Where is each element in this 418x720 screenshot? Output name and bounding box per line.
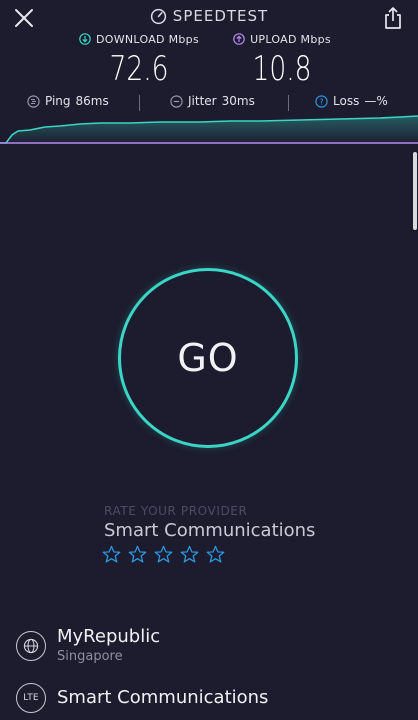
isp-location: Singapore bbox=[57, 649, 123, 664]
loss-value: —% bbox=[364, 94, 388, 108]
download-arrow-icon bbox=[79, 33, 91, 45]
go-button[interactable]: GO bbox=[118, 268, 298, 448]
rate-provider-section: RATE YOUR PROVIDER Smart Communications bbox=[102, 504, 404, 564]
download-graph-area bbox=[0, 116, 418, 143]
isp-server-row[interactable]: MyRepublic Singapore bbox=[16, 626, 396, 665]
lte-badge: LTE bbox=[16, 683, 46, 713]
app-title: SPEEDTEST bbox=[172, 7, 269, 25]
star-icon[interactable] bbox=[128, 545, 147, 564]
ping-stat: Ping 86ms bbox=[27, 94, 109, 108]
scrollbar[interactable] bbox=[413, 152, 417, 230]
download-metric: DOWNLOAD Mbps 72.6 bbox=[66, 32, 212, 88]
go-label: GO bbox=[177, 336, 239, 380]
help-icon: ? bbox=[315, 94, 328, 108]
download-value: 72.6 bbox=[109, 49, 169, 89]
star-icon[interactable] bbox=[206, 545, 225, 564]
loss-stat: ? Loss —% bbox=[315, 94, 388, 108]
jitter-icon bbox=[170, 94, 183, 108]
star-rating bbox=[102, 545, 404, 564]
speedtest-screen: SPEEDTEST DOWNLOAD Mbps 72.6 UPLOAD Mbps… bbox=[0, 0, 418, 720]
share-icon bbox=[385, 7, 401, 29]
globe-icon-wrapper bbox=[16, 630, 46, 661]
upload-arrow-icon bbox=[233, 33, 245, 45]
star-icon[interactable] bbox=[180, 545, 199, 564]
upload-label: UPLOAD Mbps bbox=[250, 32, 331, 46]
svg-text:?: ? bbox=[319, 97, 323, 106]
ping-value: 86ms bbox=[75, 94, 109, 108]
share-button[interactable] bbox=[382, 6, 404, 30]
network-row[interactable]: LTE Smart Communications bbox=[16, 683, 396, 713]
stats-divider bbox=[288, 95, 289, 111]
isp-name: MyRepublic bbox=[57, 626, 161, 647]
loss-label: Loss bbox=[333, 94, 360, 108]
star-icon[interactable] bbox=[102, 545, 121, 564]
download-label: DOWNLOAD Mbps bbox=[95, 32, 199, 46]
speedometer-icon bbox=[150, 8, 166, 24]
network-name: Smart Communications bbox=[57, 687, 269, 708]
upload-metric: UPLOAD Mbps 10.8 bbox=[226, 32, 338, 88]
upload-value: 10.8 bbox=[252, 49, 312, 89]
ping-label: Ping bbox=[45, 94, 71, 108]
rate-provider-title: RATE YOUR PROVIDER bbox=[104, 504, 248, 518]
jitter-value: 30ms bbox=[221, 94, 255, 108]
star-icon[interactable] bbox=[154, 545, 173, 564]
ping-icon bbox=[27, 94, 40, 108]
rate-provider-name: Smart Communications bbox=[104, 520, 316, 541]
lte-badge-text: LTE bbox=[23, 693, 39, 703]
speed-metrics: DOWNLOAD Mbps 72.6 UPLOAD Mbps 10.8 bbox=[0, 32, 418, 90]
stats-divider bbox=[139, 95, 140, 111]
jitter-stat: Jitter 30ms bbox=[170, 94, 255, 108]
latency-stats: Ping 86ms Jitter 30ms ? Loss —% bbox=[0, 94, 418, 112]
speed-graph bbox=[0, 115, 418, 144]
app-header: SPEEDTEST bbox=[0, 7, 418, 25]
jitter-label: Jitter bbox=[188, 94, 217, 108]
globe-icon bbox=[23, 638, 39, 653]
